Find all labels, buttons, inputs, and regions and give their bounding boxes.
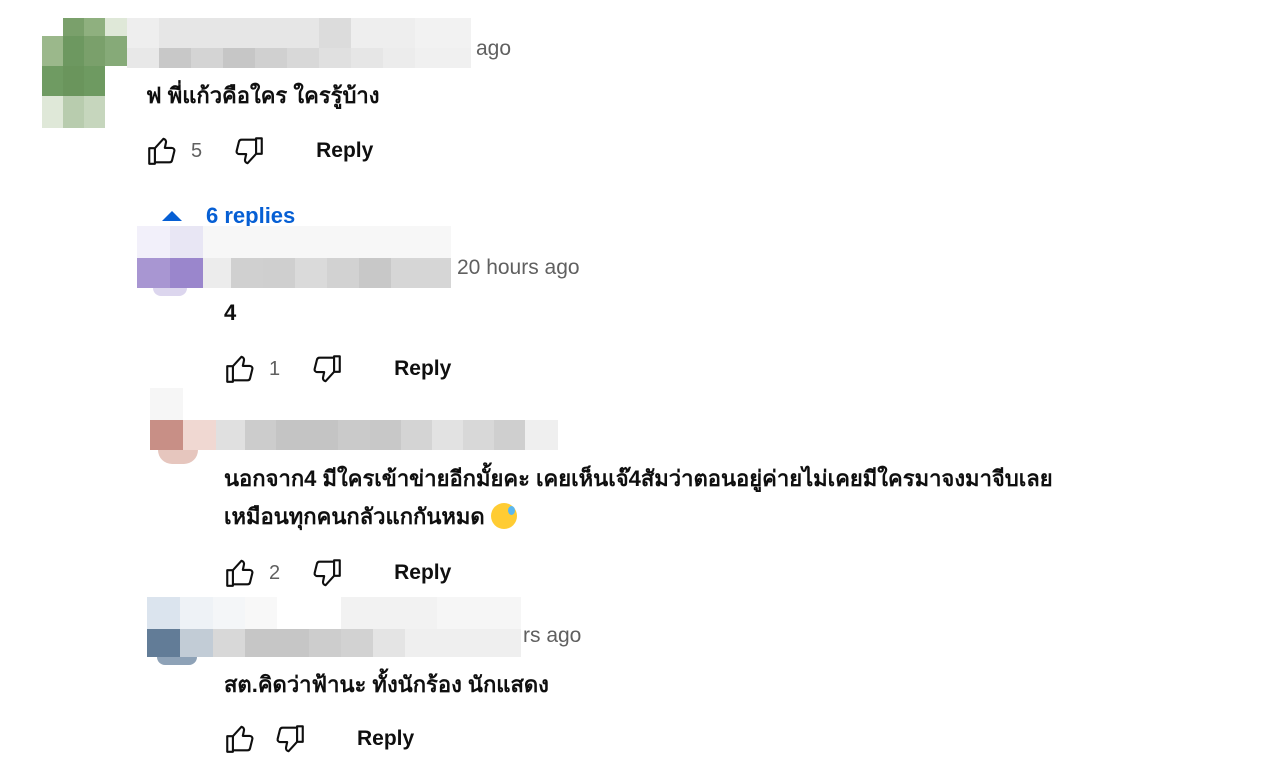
comment-timestamp[interactable]: ago xyxy=(476,37,511,61)
comment-actions: Reply xyxy=(223,719,414,759)
reply-button[interactable]: Reply xyxy=(316,139,373,163)
dislike-button[interactable] xyxy=(310,556,344,590)
comment-text: 4 xyxy=(224,300,237,325)
comment-actions: 1 Reply xyxy=(223,349,451,389)
reply-button[interactable]: Reply xyxy=(357,727,414,751)
sweat-smile-emoji xyxy=(490,503,517,529)
comment-text: สต.คิดว่าฟ้านะ ทั้งนักร้อง นักแสดง xyxy=(224,672,549,697)
comment-text-line: เหมือนทุกคนกลัวแกกันหมด xyxy=(224,504,485,529)
dislike-button[interactable] xyxy=(273,722,307,756)
thumbs-up-icon xyxy=(223,722,257,756)
like-button[interactable] xyxy=(223,722,257,756)
thumbs-down-icon xyxy=(273,722,307,756)
avatar[interactable] xyxy=(42,18,127,128)
comment-text: นอกจาก4 มีใครเข้าข่ายอีกมั้ยคะ เคยเห็นเจ… xyxy=(224,463,1053,495)
author-name[interactable] xyxy=(127,18,471,68)
comment-text: เหมือนทุกคนกลัวแกกันหมด xyxy=(224,501,517,533)
reply-button[interactable]: Reply xyxy=(394,357,451,381)
thumbs-up-icon xyxy=(223,556,257,590)
caret-up-icon xyxy=(162,211,182,221)
thumbs-down-icon xyxy=(232,134,266,168)
comment-timestamp[interactable]: 20 hours ago xyxy=(457,256,580,280)
author-name[interactable] xyxy=(203,226,451,288)
comment-timestamp[interactable]: rs ago xyxy=(523,624,581,648)
author-name[interactable] xyxy=(216,420,559,450)
thumbs-down-icon xyxy=(310,352,344,386)
dislike-button[interactable] xyxy=(310,352,344,386)
like-count: 5 xyxy=(191,139,203,162)
thumbs-down-icon xyxy=(310,556,344,590)
like-button[interactable] xyxy=(145,134,179,168)
comment-text: ฟ พี่แก้วคือใคร ใครรู้บ้าง xyxy=(146,83,380,108)
reply-button[interactable]: Reply xyxy=(394,561,451,585)
avatar[interactable] xyxy=(137,226,203,296)
like-button[interactable] xyxy=(223,352,257,386)
comment-text-line: นอกจาก4 มีใครเข้าข่ายอีกมั้ยคะ เคยเห็นเจ… xyxy=(224,466,1053,491)
thumbs-up-icon xyxy=(145,134,179,168)
comment-actions: 2 Reply xyxy=(223,553,451,593)
avatar[interactable] xyxy=(147,597,213,665)
comment-actions: 5 Reply xyxy=(145,131,373,171)
author-name[interactable] xyxy=(213,597,521,657)
like-count: 2 xyxy=(269,561,281,584)
dislike-button[interactable] xyxy=(232,134,266,168)
avatar[interactable] xyxy=(150,388,216,464)
like-count: 1 xyxy=(269,357,281,380)
thumbs-up-icon xyxy=(223,352,257,386)
like-button[interactable] xyxy=(223,556,257,590)
